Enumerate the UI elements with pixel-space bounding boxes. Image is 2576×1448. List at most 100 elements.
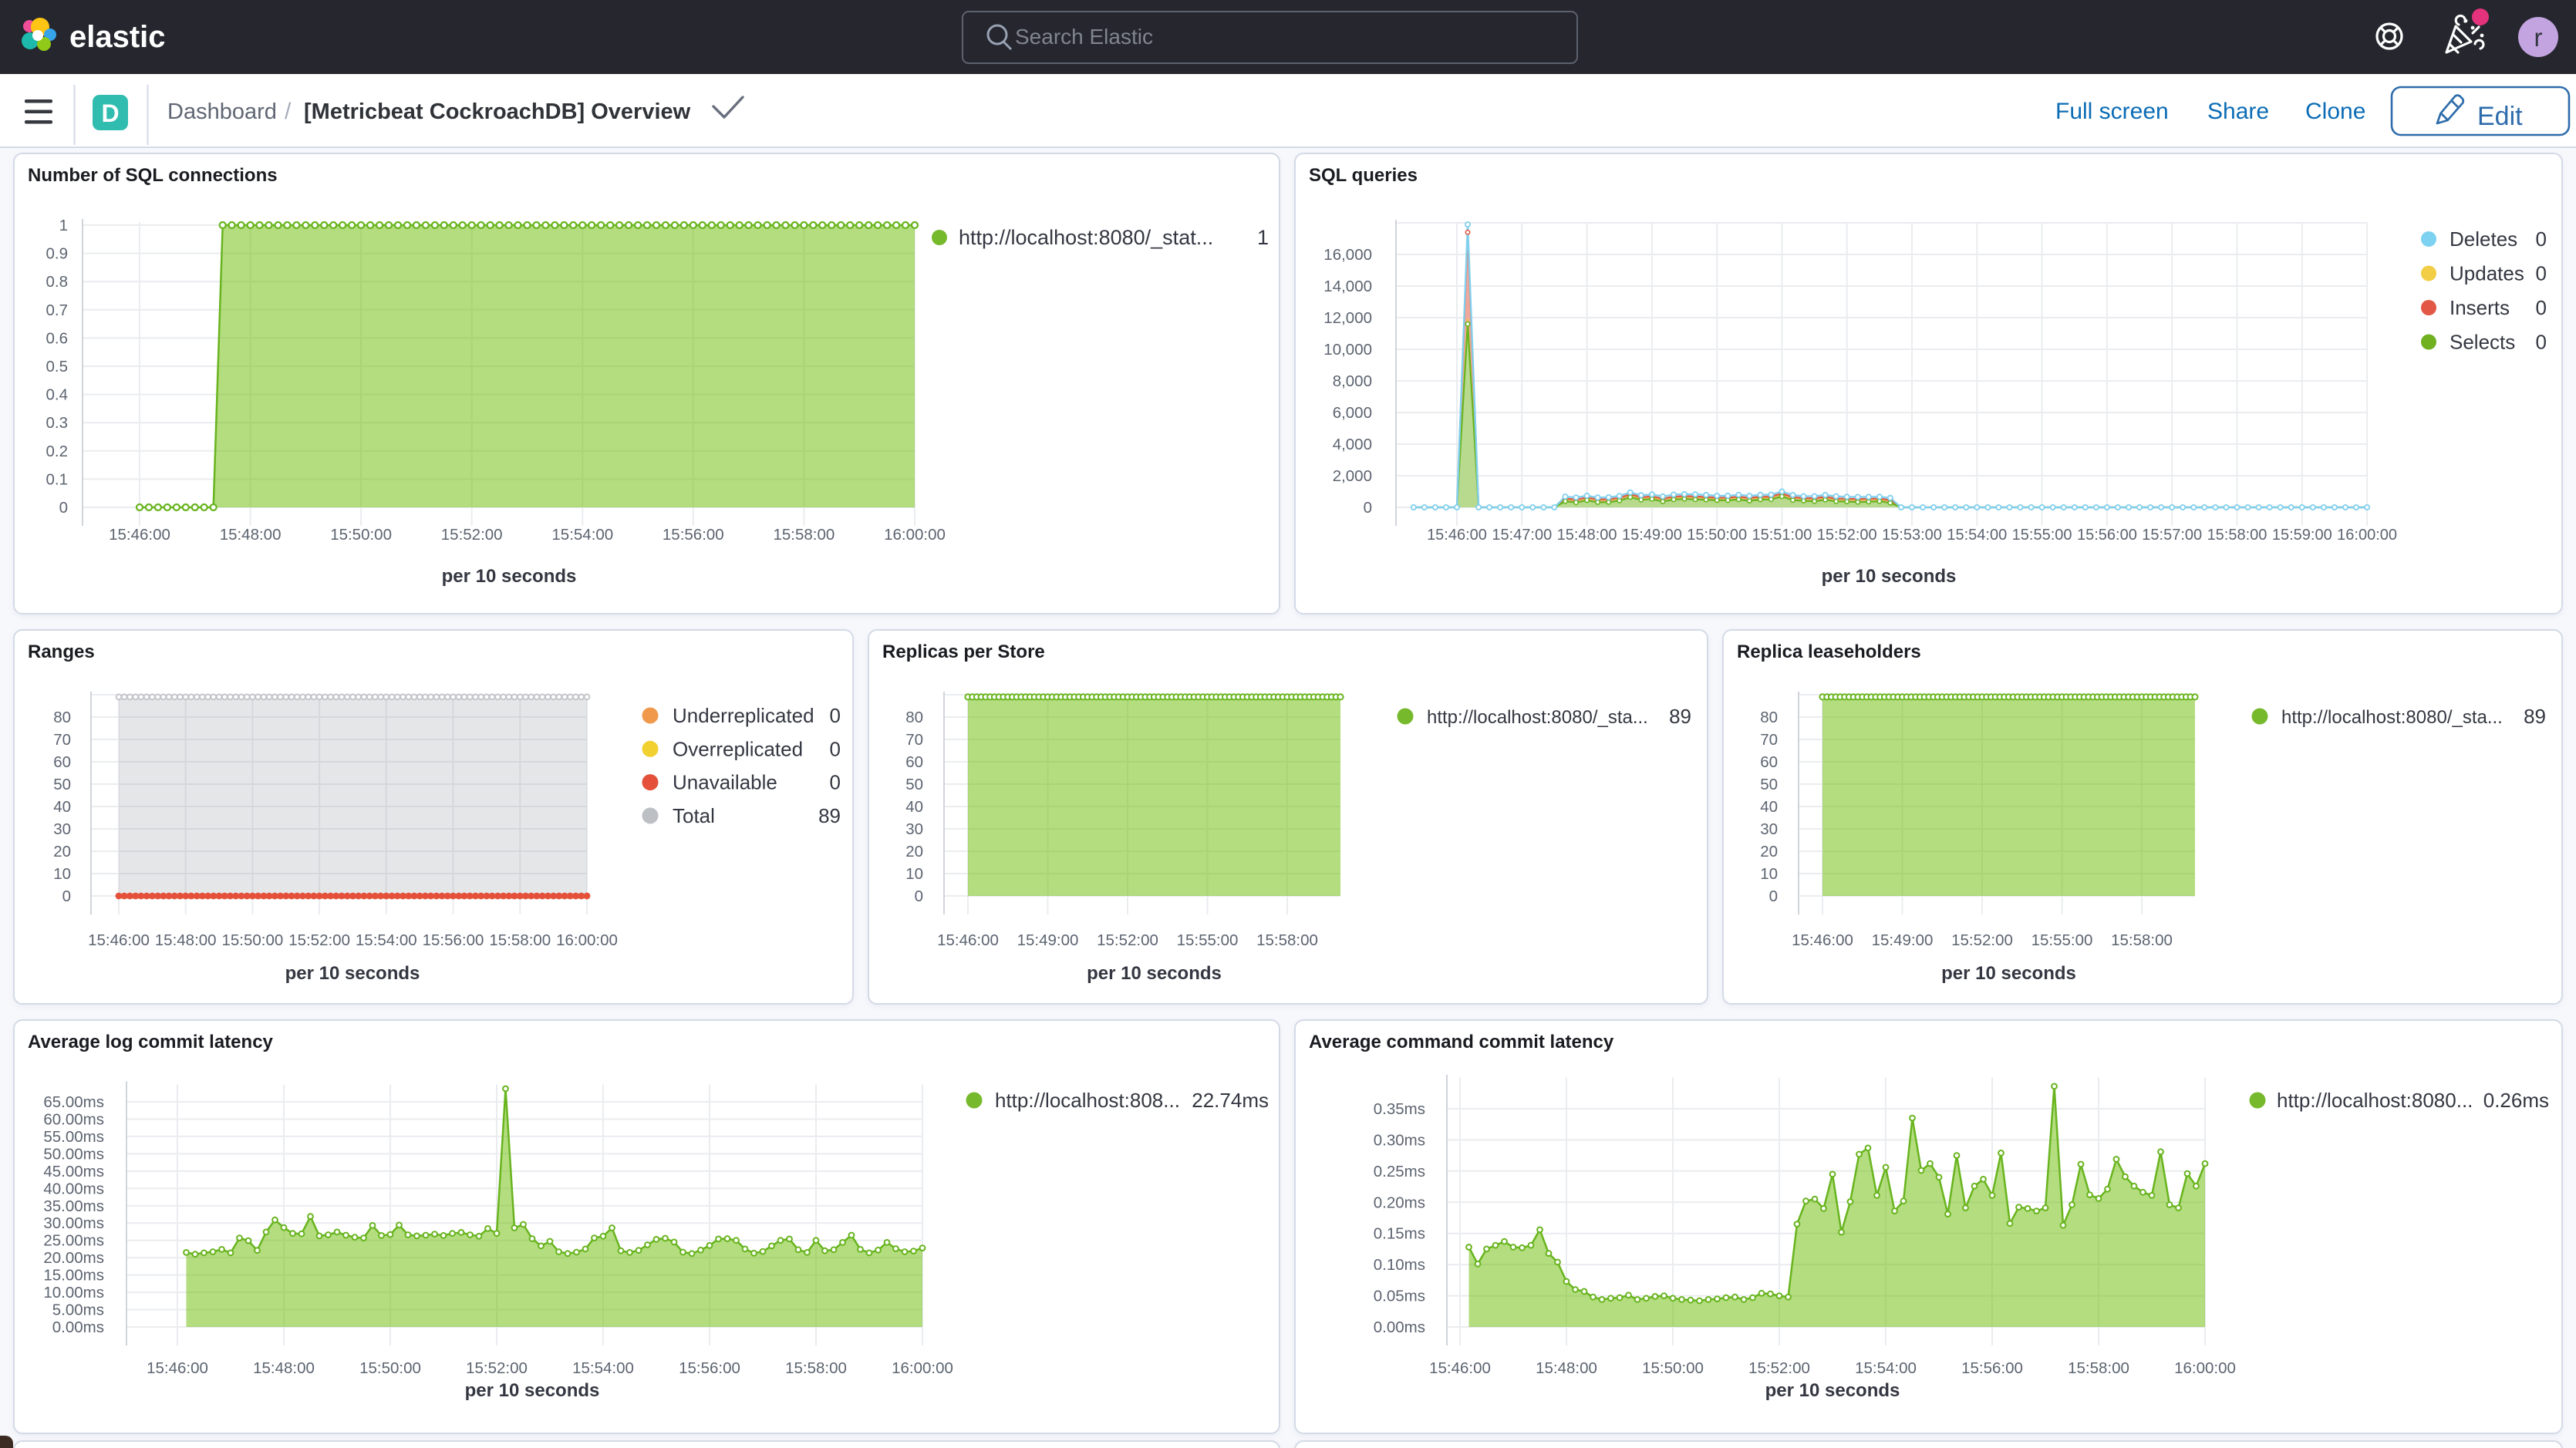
svg-text:4,000: 4,000 xyxy=(1333,436,1372,453)
svg-text:80: 80 xyxy=(905,709,923,726)
svg-text:15:48:00: 15:48:00 xyxy=(155,931,217,949)
svg-text:0.3: 0.3 xyxy=(46,414,69,432)
svg-text:0.05ms: 0.05ms xyxy=(1374,1288,1425,1305)
svg-text:15:59:00: 15:59:00 xyxy=(2272,527,2332,544)
svg-text:70: 70 xyxy=(1760,731,1778,749)
svg-text:15:46:00: 15:46:00 xyxy=(88,931,150,949)
svg-text:Inserts: Inserts xyxy=(2450,296,2510,319)
svg-text:0.15ms: 0.15ms xyxy=(1374,1225,1425,1243)
svg-text:15:55:00: 15:55:00 xyxy=(1177,931,1239,949)
svg-text:15:48:00: 15:48:00 xyxy=(1557,527,1617,544)
svg-text:65.00ms: 65.00ms xyxy=(43,1093,104,1111)
svg-text:per 10 seconds: per 10 seconds xyxy=(1822,566,1957,587)
svg-text:0: 0 xyxy=(2536,262,2547,285)
svg-text:50: 50 xyxy=(905,776,923,793)
svg-text:15:52:00: 15:52:00 xyxy=(1951,931,2013,949)
svg-text:0.10ms: 0.10ms xyxy=(1374,1256,1425,1274)
svg-text:80: 80 xyxy=(1760,709,1778,726)
svg-text:15:54:00: 15:54:00 xyxy=(572,1359,634,1377)
svg-text:0: 0 xyxy=(1364,499,1372,517)
svg-text:60: 60 xyxy=(1760,753,1778,771)
svg-text:0: 0 xyxy=(2536,296,2547,319)
svg-text:15:46:00: 15:46:00 xyxy=(937,931,999,949)
svg-text:16:00:00: 16:00:00 xyxy=(2337,527,2397,544)
svg-text:per 10 seconds: per 10 seconds xyxy=(465,1380,600,1401)
svg-text:15:48:00: 15:48:00 xyxy=(220,526,282,544)
svg-text:15:46:00: 15:46:00 xyxy=(1429,1359,1491,1377)
svg-text:0: 0 xyxy=(915,887,923,905)
svg-text:15:58:00: 15:58:00 xyxy=(2068,1359,2129,1377)
svg-text:15:58:00: 15:58:00 xyxy=(785,1359,847,1377)
svg-text:per 10 seconds: per 10 seconds xyxy=(1765,1380,1900,1401)
svg-text:Ranges: Ranges xyxy=(28,641,95,662)
svg-text:0.35ms: 0.35ms xyxy=(1374,1100,1425,1118)
svg-text:Replicas per Store: Replicas per Store xyxy=(882,641,1045,662)
svg-text:Underreplicated: Underreplicated xyxy=(673,704,814,727)
svg-text:per 10 seconds: per 10 seconds xyxy=(1941,963,2076,984)
svg-text:16:00:00: 16:00:00 xyxy=(892,1359,953,1377)
svg-text:10: 10 xyxy=(53,865,71,883)
svg-text:30.00ms: 30.00ms xyxy=(43,1214,104,1232)
svg-text:15:56:00: 15:56:00 xyxy=(2077,527,2137,544)
svg-text:89: 89 xyxy=(1669,705,1691,728)
svg-text:Updates: Updates xyxy=(2450,262,2524,285)
svg-text:15:54:00: 15:54:00 xyxy=(1855,1359,1917,1377)
svg-text:15:52:00: 15:52:00 xyxy=(466,1359,528,1377)
svg-text:16:00:00: 16:00:00 xyxy=(556,931,618,949)
svg-text:15:56:00: 15:56:00 xyxy=(1961,1359,2023,1377)
svg-text:0.1: 0.1 xyxy=(46,470,69,488)
svg-text:5.00ms: 5.00ms xyxy=(52,1302,104,1319)
svg-text:30: 30 xyxy=(905,820,923,838)
svg-text:per 10 seconds: per 10 seconds xyxy=(285,963,420,984)
svg-text:Selects: Selects xyxy=(2450,331,2515,354)
svg-text:15:55:00: 15:55:00 xyxy=(2031,931,2093,949)
svg-text:Average log commit latency: Average log commit latency xyxy=(28,1032,274,1052)
svg-text:15:57:00: 15:57:00 xyxy=(2142,527,2202,544)
svg-text:15:49:00: 15:49:00 xyxy=(1872,931,1934,949)
svg-text:89: 89 xyxy=(818,804,841,827)
svg-text:Replica leaseholders: Replica leaseholders xyxy=(1737,641,1921,662)
svg-text:45.00ms: 45.00ms xyxy=(43,1163,104,1180)
svg-text:Overreplicated: Overreplicated xyxy=(673,737,803,760)
svg-text:6,000: 6,000 xyxy=(1333,404,1372,422)
svg-text:16:00:00: 16:00:00 xyxy=(884,526,946,544)
svg-text:http://localhost:8080/_stat...: http://localhost:8080/_stat... xyxy=(959,226,1213,249)
svg-text:15:48:00: 15:48:00 xyxy=(253,1359,315,1377)
svg-text:60: 60 xyxy=(53,753,71,771)
svg-text:12,000: 12,000 xyxy=(1323,309,1372,327)
svg-text:40: 40 xyxy=(53,798,71,816)
svg-text:20: 20 xyxy=(1760,843,1778,860)
svg-text:15:53:00: 15:53:00 xyxy=(1882,527,1942,544)
svg-text:2,000: 2,000 xyxy=(1333,467,1372,485)
svg-text:0.9: 0.9 xyxy=(46,245,69,263)
svg-text:15:47:00: 15:47:00 xyxy=(1492,527,1552,544)
svg-text:0.26ms: 0.26ms xyxy=(2483,1089,2549,1112)
svg-text:Deletes: Deletes xyxy=(2450,227,2517,251)
svg-text:50.00ms: 50.00ms xyxy=(43,1145,104,1163)
svg-text:15:58:00: 15:58:00 xyxy=(1256,931,1318,949)
svg-text:22.74ms: 22.74ms xyxy=(1192,1089,1269,1112)
svg-text:15:56:00: 15:56:00 xyxy=(423,931,484,949)
svg-text:14,000: 14,000 xyxy=(1323,278,1372,295)
svg-text:0.7: 0.7 xyxy=(46,301,69,319)
svg-text:0: 0 xyxy=(1769,887,1778,905)
svg-text:15:58:00: 15:58:00 xyxy=(489,931,551,949)
svg-text:15:52:00: 15:52:00 xyxy=(441,526,503,544)
svg-text:http://localhost:8080/_sta...: http://localhost:8080/_sta... xyxy=(1427,707,1648,728)
svg-text:http://localhost:8080/_sta...: http://localhost:8080/_sta... xyxy=(2281,707,2503,728)
svg-text:15:55:00: 15:55:00 xyxy=(2012,527,2072,544)
svg-text:0.5: 0.5 xyxy=(46,358,69,375)
svg-text:20.00ms: 20.00ms xyxy=(43,1249,104,1267)
svg-text:0: 0 xyxy=(830,704,841,727)
svg-text:15:52:00: 15:52:00 xyxy=(1097,931,1158,949)
svg-text:15:50:00: 15:50:00 xyxy=(221,931,283,949)
svg-text:55.00ms: 55.00ms xyxy=(43,1128,104,1146)
svg-text:per 10 seconds: per 10 seconds xyxy=(442,566,577,587)
svg-text:0: 0 xyxy=(2536,331,2547,354)
svg-text:15:50:00: 15:50:00 xyxy=(330,526,392,544)
svg-text:89: 89 xyxy=(2524,705,2546,728)
svg-text:15:54:00: 15:54:00 xyxy=(1947,527,2007,544)
svg-text:15:58:00: 15:58:00 xyxy=(2111,931,2173,949)
svg-text:0.6: 0.6 xyxy=(46,329,69,347)
svg-text:0: 0 xyxy=(2536,227,2547,251)
